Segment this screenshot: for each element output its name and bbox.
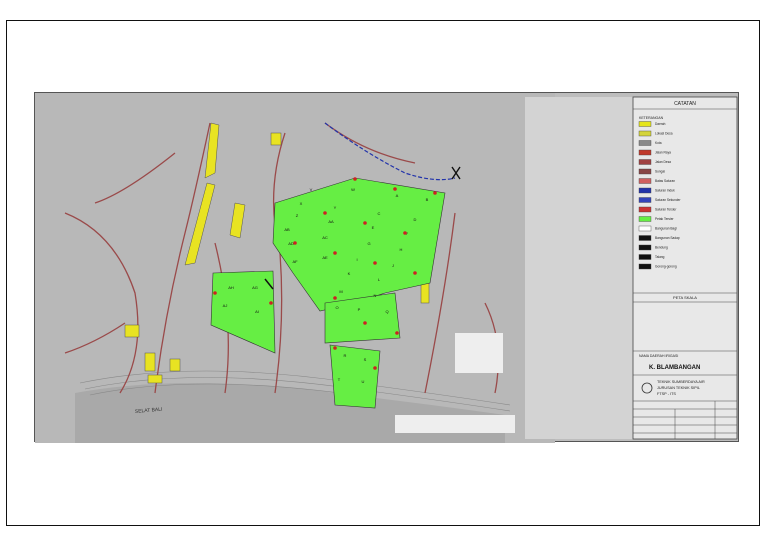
title-header: NAMA DAERAH IRIGASI (639, 354, 678, 358)
legend-label: Batas Saluran (655, 179, 675, 183)
legend-title: CATATAN (674, 101, 696, 107)
block-label-p: P (358, 307, 361, 312)
legend-label: Talang (655, 255, 665, 259)
legend-swatch (638, 149, 652, 156)
key-map-title: PETA SKALA (673, 295, 697, 300)
block-label-m: M (339, 289, 342, 294)
block-label-u: U (362, 379, 365, 384)
block-label-h: H (400, 247, 403, 252)
dept-line-1: TEKNIK SUMBERDAYA AIR (657, 380, 705, 384)
legend-label: Sungai (655, 170, 665, 174)
legend-swatch (638, 254, 652, 260)
block-label-ae: AE (322, 255, 328, 260)
block-label-e: E (372, 225, 375, 230)
block-label-ad: AD (288, 241, 294, 246)
block-label-x: X (300, 201, 303, 206)
block-label-y: Y (334, 205, 337, 210)
block-label-w: W (351, 187, 355, 192)
block-label-d: D (414, 217, 417, 222)
block-label-k: K (348, 271, 351, 276)
legend-swatch (638, 140, 652, 146)
legend-swatch (638, 187, 652, 194)
dept-line-2: JURUSAN TEKNIK SIPIL (657, 386, 700, 390)
block-label-o: O (335, 305, 338, 310)
legend-swatch (638, 130, 652, 137)
legend-label: Bendung (655, 246, 668, 250)
block-label-b: B (426, 197, 429, 202)
block-label-i: I (356, 257, 357, 262)
block-label-r: R (344, 353, 347, 358)
block-label-ab: AB (284, 227, 290, 232)
block-label-g: G (367, 241, 370, 246)
legend-label: Bangunan Sadap (655, 236, 680, 240)
block-label-a: A (396, 193, 399, 198)
block-label-v: V (310, 187, 313, 192)
block-label-aa: AA (328, 219, 334, 224)
block-label-ah: AH (228, 285, 234, 290)
legend-label: Saluran Sekunder (655, 198, 681, 202)
legend-subtitle: KETERANGAN (639, 116, 664, 120)
legend-swatch (638, 263, 652, 270)
legend-label: Lokasi Desa (655, 132, 673, 136)
legend-label: Jalan Raya (655, 151, 671, 155)
block-label-aj: AJ (223, 303, 228, 308)
legend-swatch (638, 197, 652, 203)
legend-label: Bangunan Bagi (655, 227, 677, 231)
block-label-s: S (364, 357, 367, 362)
legend-swatch (638, 244, 652, 251)
legend-label: Kota (655, 141, 662, 145)
legend-label: Saluran Induk (655, 189, 675, 193)
legend-label: Gorong-gorong (655, 265, 677, 269)
dept-line-3: FTSP - ITS (657, 392, 676, 396)
project-name: K. BLAMBANGAN (649, 365, 700, 371)
block-label-ai: AI (255, 309, 259, 314)
block-label-q: Q (385, 309, 388, 314)
blank-panel (525, 97, 635, 439)
legend-swatch (638, 235, 652, 241)
legend-swatch (638, 206, 652, 213)
legend-label: Daerah (655, 122, 666, 126)
block-label-j: J (392, 263, 394, 268)
legend-swatch (638, 121, 652, 127)
legend-swatch (638, 216, 652, 222)
block-label-af: AF (292, 259, 298, 264)
legend-swatch (638, 178, 652, 184)
legend-swatch (638, 159, 652, 165)
block-label-ag: AG (252, 285, 258, 290)
map-canvas: V WABXYCDZAAEFABACGHADAE IJAFKLMNO P QAH AGAJ… (35, 93, 738, 443)
legend-label: Petak Tersier (655, 217, 674, 221)
legend-swatch (638, 225, 652, 232)
legend-swatch (638, 168, 652, 175)
legend-label: Jalan Desa (655, 160, 671, 164)
block-label-ac: AC (322, 235, 328, 240)
legend-label: Saluran Tersier (655, 208, 677, 212)
block-label-c: C (378, 211, 381, 216)
irrigation-map-scan: V W A B X Y C D Z AA E F AB AC G H AD AE I J AF K L M N O P Q AH AG AJ… (34, 92, 739, 443)
block-label-n: N (374, 293, 377, 298)
